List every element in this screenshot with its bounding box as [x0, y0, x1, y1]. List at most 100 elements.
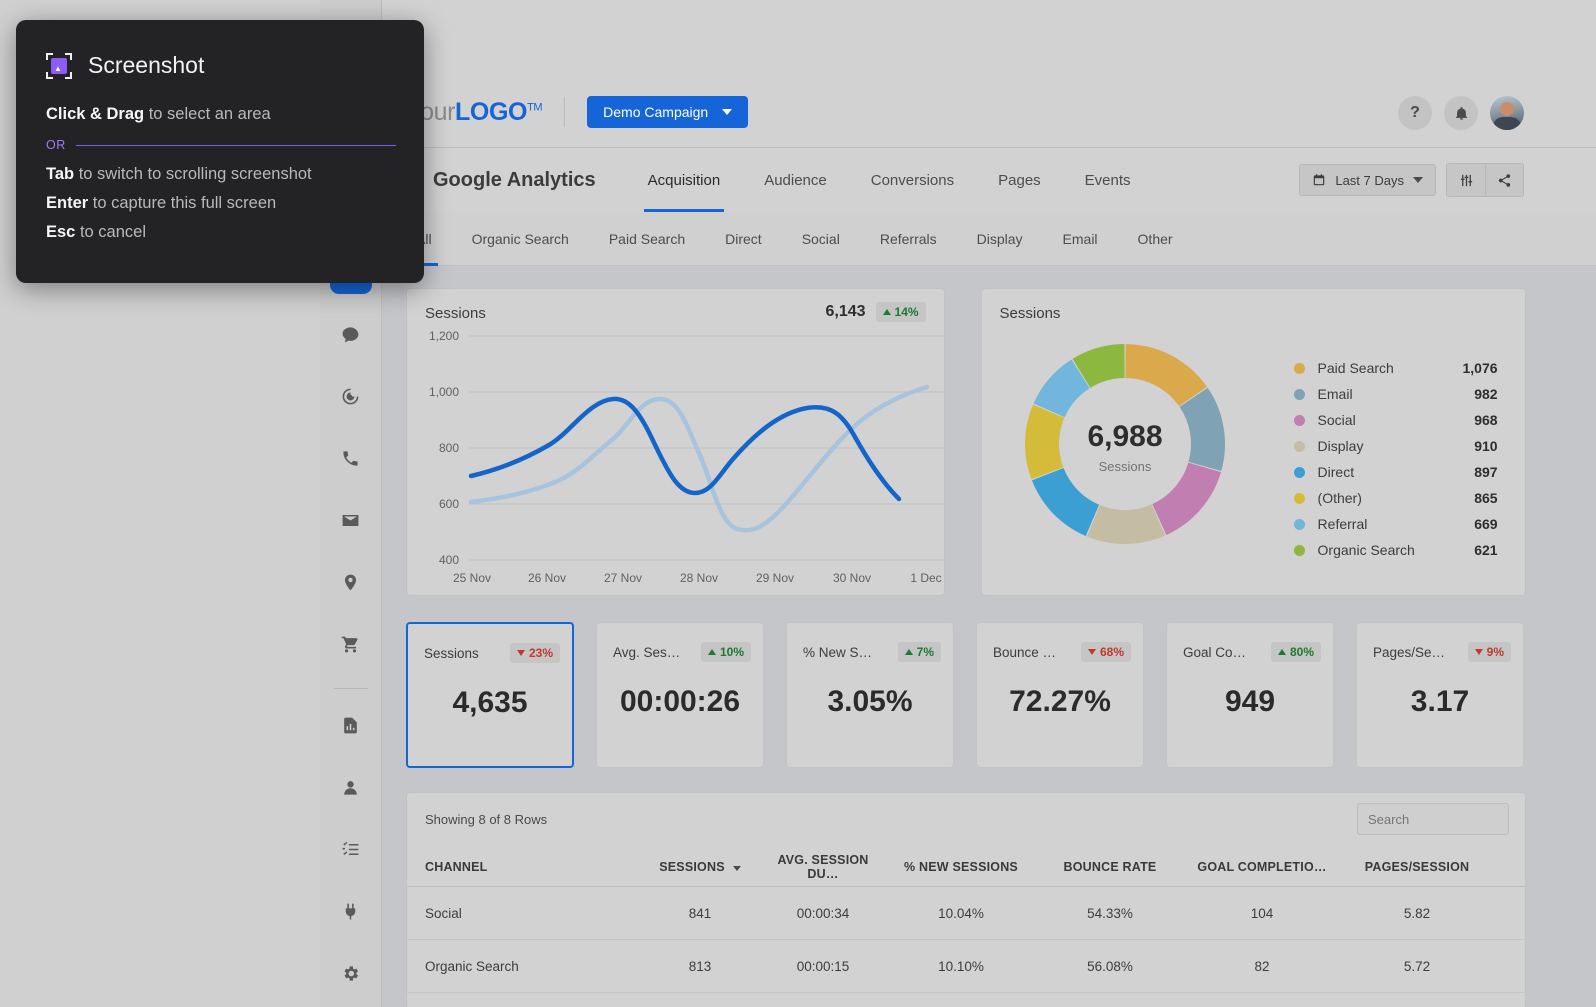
- envelope-icon: [341, 511, 360, 530]
- tab-conversions[interactable]: Conversions: [849, 148, 976, 212]
- kpi-header: Sessions23%: [424, 643, 560, 663]
- sidebar-item-campaigns[interactable]: [329, 374, 373, 418]
- channel-tab-email[interactable]: Email: [1043, 212, 1118, 266]
- channel-tab-social[interactable]: Social: [782, 212, 860, 266]
- legend-color-dot: [1294, 467, 1305, 478]
- notifications-button[interactable]: [1444, 96, 1478, 130]
- table-row[interactable]: Social84100:00:3410.04%54.33%1045.82: [407, 887, 1525, 940]
- channel-tab-other[interactable]: Other: [1118, 212, 1193, 266]
- table-cell: 54.33%: [1037, 906, 1183, 921]
- sidebar-item-locations[interactable]: [329, 560, 373, 604]
- settings-sliders-button[interactable]: [1447, 164, 1485, 196]
- table-header-row: CHANNEL SESSIONS AVG. SESSION DU… % NEW …: [407, 847, 1525, 887]
- kpi-header: % New S…7%: [803, 642, 941, 662]
- table-cell: 5.72: [1341, 959, 1493, 974]
- column-header-new-sessions[interactable]: % NEW SESSIONS: [885, 860, 1037, 874]
- question-mark-icon: ?: [1410, 104, 1420, 122]
- legend-color-dot: [1294, 519, 1305, 530]
- table-search-input[interactable]: [1357, 803, 1509, 835]
- kpi-card[interactable]: Avg. Ses…10%00:00:26: [596, 622, 764, 768]
- legend-value: 865: [1454, 490, 1498, 506]
- x-tick-6: 1 Dec: [891, 571, 961, 585]
- donut-chart-svg: 6,988 Sessions: [1012, 331, 1238, 557]
- line-chart-title: Sessions: [425, 305, 486, 322]
- column-header-sessions[interactable]: SESSIONS: [639, 860, 761, 874]
- y-tick-1200: 1,200: [415, 329, 459, 343]
- tab-events[interactable]: Events: [1063, 148, 1153, 212]
- donut-segment[interactable]: [1025, 405, 1064, 480]
- sidebar-item-contacts[interactable]: [329, 765, 373, 809]
- legend-item[interactable]: Social968: [1294, 407, 1498, 433]
- sidebar-item-tasks[interactable]: [329, 827, 373, 871]
- plug-icon: [341, 902, 360, 921]
- kpi-card[interactable]: Goal Co…80%949: [1166, 622, 1334, 768]
- legend-item[interactable]: Display910: [1294, 433, 1498, 459]
- legend-label: Email: [1318, 386, 1454, 402]
- sidebar-item-settings[interactable]: [329, 951, 373, 995]
- tab-pages[interactable]: Pages: [976, 148, 1063, 212]
- kpi-card[interactable]: % New S…7%3.05%: [786, 622, 954, 768]
- line-chart-delta-badge: 14%: [876, 302, 926, 322]
- checklist-icon: [341, 840, 360, 859]
- triangle-down-icon: [1088, 649, 1096, 655]
- kpi-label: Avg. Ses…: [613, 645, 680, 660]
- line-chart-total: 6,143: [825, 303, 865, 321]
- donut-center-label: Sessions: [1098, 459, 1151, 474]
- column-header-bounce-rate[interactable]: BOUNCE RATE: [1037, 860, 1183, 874]
- hint-text-tab: to switch to scrolling screenshot: [74, 165, 312, 183]
- channel-tab-organic-search[interactable]: Organic Search: [452, 212, 589, 266]
- legend-label: Paid Search: [1318, 360, 1454, 376]
- channel-tab-display[interactable]: Display: [957, 212, 1043, 266]
- chevron-down-icon: [1413, 177, 1423, 183]
- kpi-card[interactable]: Bounce …68%72.27%: [976, 622, 1144, 768]
- screenshot-hint-drag: Click & Drag to select an area: [46, 105, 424, 124]
- sidebar-item-email[interactable]: [329, 498, 373, 542]
- avatar[interactable]: [1490, 96, 1524, 130]
- share-button[interactable]: [1485, 164, 1523, 196]
- donut-segment[interactable]: [1152, 463, 1221, 535]
- channel-tab-direct[interactable]: Direct: [705, 212, 782, 266]
- analytics-tabs: Acquisition Audience Conversions Pages E…: [626, 148, 1153, 212]
- donut-chart-title: Sessions: [1000, 305, 1061, 322]
- logo-text: yourLOGOTM: [408, 98, 542, 127]
- legend-label: Display: [1318, 438, 1454, 454]
- tab-acquisition[interactable]: Acquisition: [626, 148, 743, 212]
- legend-item[interactable]: Direct897: [1294, 459, 1498, 485]
- table-cell: 841: [639, 906, 761, 921]
- sidebar-item-calls[interactable]: [329, 436, 373, 480]
- date-range-button[interactable]: Last 7 Days: [1299, 164, 1436, 196]
- kpi-label: % New S…: [803, 645, 872, 660]
- donut-segment[interactable]: [1086, 504, 1164, 544]
- legend-color-dot: [1294, 389, 1305, 400]
- campaign-selector-button[interactable]: Demo Campaign: [587, 96, 748, 128]
- help-button[interactable]: ?: [1398, 96, 1432, 130]
- legend-label: Organic Search: [1318, 542, 1454, 558]
- sidebar-item-integrations[interactable]: [329, 889, 373, 933]
- kpi-card[interactable]: Sessions23%4,635: [406, 622, 574, 768]
- donut-segment[interactable]: [1031, 468, 1098, 536]
- calendar-icon: [1312, 173, 1326, 187]
- channel-tab-referrals[interactable]: Referrals: [860, 212, 957, 266]
- channel-tab-paid-search[interactable]: Paid Search: [589, 212, 705, 266]
- dashboard-content: Sessions 6,143 14% 1,200 1,000 800 600 4…: [382, 266, 1596, 1007]
- legend-color-dot: [1294, 545, 1305, 556]
- legend-item[interactable]: Organic Search621: [1294, 537, 1498, 563]
- sidebar-item-messages[interactable]: [329, 312, 373, 356]
- table-row[interactable]: Organic Search81300:00:1510.10%56.08%825…: [407, 940, 1525, 993]
- column-header-goal-completions[interactable]: GOAL COMPLETIO…: [1183, 860, 1341, 874]
- y-tick-1000: 1,000: [415, 385, 459, 399]
- tab-audience[interactable]: Audience: [742, 148, 849, 212]
- legend-item[interactable]: Paid Search1,076: [1294, 355, 1498, 381]
- kpi-delta-badge: 10%: [701, 642, 751, 662]
- legend-item[interactable]: (Other)865: [1294, 485, 1498, 511]
- column-header-pages-session[interactable]: PAGES/SESSION: [1341, 860, 1493, 874]
- divider-line: [76, 145, 396, 146]
- legend-item[interactable]: Referral669: [1294, 511, 1498, 537]
- kpi-delta: 23%: [529, 646, 553, 660]
- legend-item[interactable]: Email982: [1294, 381, 1498, 407]
- column-header-channel[interactable]: CHANNEL: [407, 860, 639, 874]
- sidebar-item-reports[interactable]: [329, 703, 373, 747]
- kpi-card[interactable]: Pages/Se…9%3.17: [1356, 622, 1524, 768]
- sidebar-item-ecommerce[interactable]: [329, 622, 373, 666]
- column-header-avg-session-duration[interactable]: AVG. SESSION DU…: [761, 853, 885, 881]
